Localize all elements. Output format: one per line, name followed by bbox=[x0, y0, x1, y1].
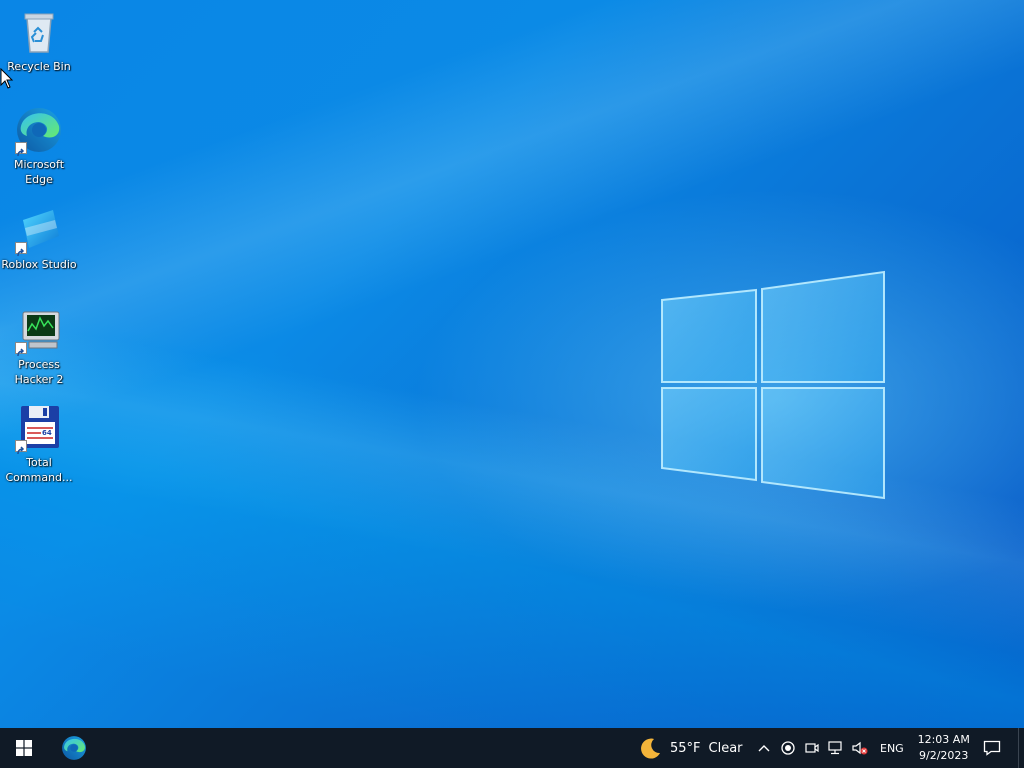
desktop-icon-process-hacker-2[interactable]: Process Hacker 2 bbox=[1, 306, 77, 387]
desktop-icon-label: Process Hacker 2 bbox=[14, 358, 64, 386]
tray-meet-now-button[interactable] bbox=[800, 728, 824, 768]
network-icon bbox=[828, 741, 842, 755]
taskbar-app-edge[interactable] bbox=[48, 728, 100, 768]
taskbar: 55°F Clear ENG 12:03 AM 9/2/2023 bbox=[0, 728, 1024, 768]
total-commander-icon: 64 bbox=[15, 404, 63, 455]
desktop-icon-roblox-studio[interactable]: Roblox Studio bbox=[1, 206, 77, 272]
recycle-bin-icon bbox=[15, 8, 63, 56]
mouse-cursor-icon bbox=[0, 68, 14, 89]
record-icon bbox=[781, 741, 795, 755]
desktop-icon-recycle-bin[interactable]: Recycle Bin bbox=[1, 8, 77, 74]
desktop[interactable]: Recycle Bin Microsoft Edge Roblox Studio… bbox=[0, 0, 1024, 728]
svg-text:64: 64 bbox=[42, 429, 52, 437]
clock-time: 12:03 AM bbox=[917, 733, 970, 746]
show-desktop-button[interactable] bbox=[1018, 728, 1024, 768]
meet-now-icon bbox=[805, 743, 819, 753]
taskbar-clock[interactable]: 12:03 AM 9/2/2023 bbox=[912, 728, 976, 768]
chevron-up-icon bbox=[758, 745, 770, 752]
desktop-icon-label: Roblox Studio bbox=[1, 258, 77, 271]
process-hacker-icon bbox=[15, 306, 63, 357]
shortcut-arrow-icon bbox=[15, 342, 27, 357]
moon-icon bbox=[641, 738, 660, 759]
roblox-studio-icon bbox=[15, 206, 63, 257]
desktop-icon-total-commander[interactable]: 64 Total Command... bbox=[1, 404, 77, 485]
tray-volume-button[interactable] bbox=[848, 728, 872, 768]
clock-date: 9/2/2023 bbox=[919, 749, 969, 762]
desktop-icon-label: Microsoft Edge bbox=[13, 158, 65, 186]
shortcut-arrow-icon bbox=[15, 440, 27, 455]
show-hidden-icons-button[interactable] bbox=[752, 728, 776, 768]
action-center-icon bbox=[983, 740, 1001, 756]
shortcut-arrow-icon bbox=[15, 242, 27, 257]
system-tray: ENG 12:03 AM 9/2/2023 bbox=[752, 728, 976, 768]
windows-wallpaper-logo bbox=[661, 270, 885, 500]
start-button[interactable] bbox=[0, 728, 48, 768]
tray-record-button[interactable] bbox=[776, 728, 800, 768]
volume-muted-icon bbox=[852, 741, 868, 755]
edge-icon bbox=[15, 106, 63, 157]
weather-temperature: 55°F bbox=[670, 740, 701, 756]
weather-condition: Clear bbox=[708, 740, 743, 756]
desktop-icon-microsoft-edge[interactable]: Microsoft Edge bbox=[1, 106, 77, 187]
weather-widget[interactable]: 55°F Clear bbox=[638, 728, 743, 768]
shortcut-arrow-icon bbox=[15, 142, 27, 157]
action-center-button[interactable] bbox=[976, 728, 1008, 768]
windows-start-icon bbox=[16, 740, 32, 756]
desktop-icon-label: Total Command... bbox=[5, 456, 73, 484]
input-language-indicator[interactable]: ENG bbox=[872, 728, 912, 768]
edge-icon bbox=[62, 736, 86, 760]
tray-network-button[interactable] bbox=[824, 728, 848, 768]
